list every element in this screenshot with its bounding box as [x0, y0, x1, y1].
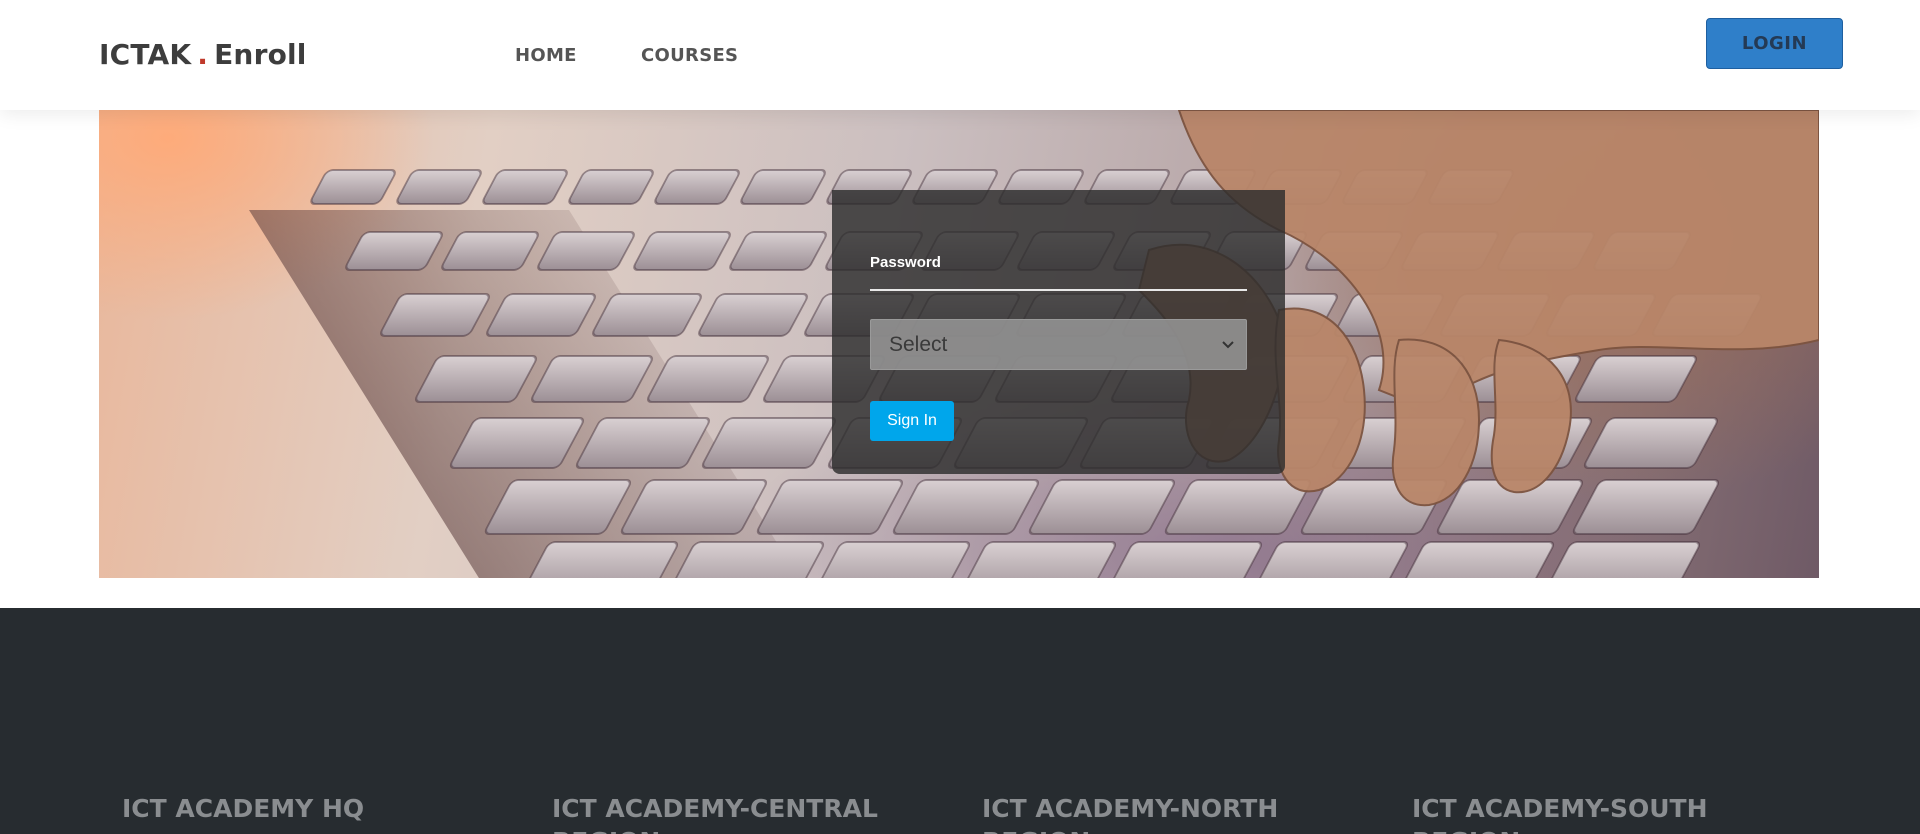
site-header: ICTAK. Enroll HOME COURSES LOGIN: [0, 0, 1920, 110]
footer-column-hq: ICT ACADEMY HQ: [122, 794, 365, 823]
nav-courses-link[interactable]: COURSES: [641, 45, 738, 66]
hero-image: Password Select Sign In: [99, 110, 1819, 578]
login-button[interactable]: LOGIN: [1706, 18, 1843, 69]
logo-dot: .: [197, 38, 209, 71]
footer-column-central: ICT ACADEMY-CENTRAL REGION: [552, 794, 878, 834]
role-select-value: Select: [889, 332, 948, 356]
chevron-down-icon: [1222, 341, 1234, 349]
site-footer: ICT ACADEMY HQ ICT ACADEMY-CENTRAL REGIO…: [0, 608, 1920, 834]
login-panel: Password Select Sign In: [832, 190, 1285, 474]
password-input[interactable]: [870, 273, 1247, 291]
sign-in-button[interactable]: Sign In: [870, 401, 954, 441]
footer-column-north: ICT ACADEMY-NORTH REGION: [982, 794, 1279, 834]
logo-primary: ICTAK: [99, 38, 192, 71]
site-logo[interactable]: ICTAK. Enroll: [99, 38, 307, 71]
password-label: Password: [870, 254, 941, 271]
logo-secondary: Enroll: [214, 38, 307, 71]
nav-home-link[interactable]: HOME: [515, 45, 577, 66]
role-select[interactable]: Select: [870, 319, 1247, 370]
footer-column-south: ICT ACADEMY-SOUTH REGION: [1412, 794, 1708, 834]
